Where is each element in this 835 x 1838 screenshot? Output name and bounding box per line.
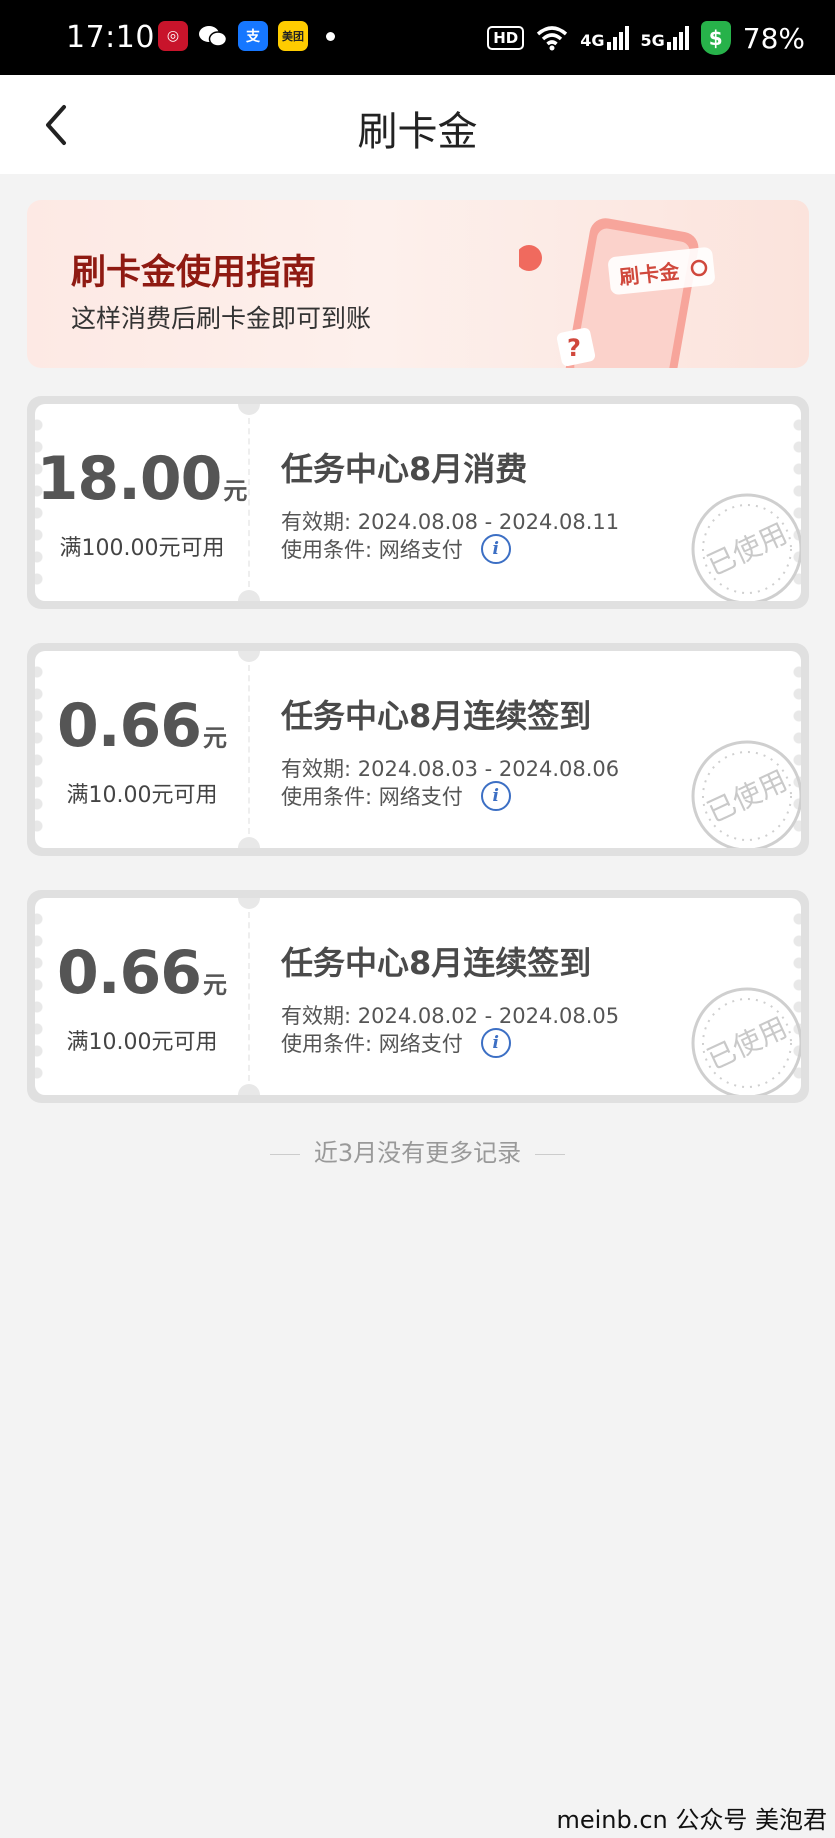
guide-banner[interactable]: 刷卡金使用指南 这样消费后刷卡金即可到账 刷卡金 ?: [27, 200, 809, 368]
coupon-amount: 0.66元: [56, 938, 228, 1008]
watermark: meinb.cn 公众号 美泡君: [556, 1806, 827, 1834]
coupon-validity: 有效期: 2024.08.08 - 2024.08.11: [281, 510, 620, 534]
coupon-title: 任务中心8月连续签到: [281, 697, 592, 735]
coupon-usage: 使用条件: 网络支付 i: [281, 1028, 511, 1058]
coupon-body: 0.66元 满10.00元可用 任务中心8月连续签到 有效期: 2024.08.…: [35, 651, 801, 848]
coupon-validity: 有效期: 2024.08.02 - 2024.08.05: [281, 1004, 620, 1028]
coupon-threshold: 满10.00元可用: [66, 1030, 218, 1055]
used-stamp-icon: 已使用: [691, 740, 801, 848]
svg-text:已使用: 已使用: [702, 764, 792, 829]
used-stamp-icon: 已使用: [691, 987, 801, 1095]
banner-title: 刷卡金使用指南: [71, 253, 317, 293]
alipay-icon: 支: [238, 21, 268, 51]
svg-text:?: ?: [567, 334, 581, 362]
no-more-records: 近3月没有更多记录: [0, 1133, 835, 1168]
info-icon[interactable]: i: [480, 1028, 511, 1058]
bank-app-icon: ◎: [158, 21, 188, 51]
coupon-usage: 使用条件: 网络支付 i: [281, 534, 511, 564]
security-shield-icon: $: [700, 21, 731, 55]
coupon-threshold: 满10.00元可用: [66, 783, 218, 808]
coupon-validity: 有效期: 2024.08.03 - 2024.08.06: [281, 757, 620, 781]
more-notifications-dot: [326, 31, 335, 41]
coupon-body: 18.00元 满100.00元可用 任务中心8月消费 有效期: 2024.08.…: [35, 404, 801, 601]
status-time: 17:10: [66, 20, 155, 55]
phone-illustration-icon: 刷卡金 ?: [519, 218, 715, 368]
svg-text:已使用: 已使用: [702, 517, 792, 582]
coupon-card[interactable]: 18.00元 满100.00元可用 任务中心8月消费 有效期: 2024.08.…: [27, 396, 809, 609]
coupon-amount: 0.66元: [56, 691, 228, 761]
info-icon[interactable]: i: [480, 781, 511, 811]
coupon-card[interactable]: 0.66元 满10.00元可用 任务中心8月连续签到 有效期: 2024.08.…: [27, 643, 809, 856]
status-bar: 17:10 ◎ 支 美团 HD 4G 5G $ 78%: [0, 0, 835, 75]
nav-bar: 刷卡金: [0, 75, 835, 174]
signal-icon-5g: 5G: [641, 26, 689, 50]
coupon-threshold: 满100.00元可用: [59, 536, 225, 561]
coupon-body: 0.66元 满10.00元可用 任务中心8月连续签到 有效期: 2024.08.…: [35, 898, 801, 1095]
coupon-card[interactable]: 0.66元 满10.00元可用 任务中心8月连续签到 有效期: 2024.08.…: [27, 890, 809, 1103]
coupon-usage: 使用条件: 网络支付 i: [281, 781, 511, 811]
notification-icons: ◎ 支 美团: [158, 21, 335, 51]
wifi-icon: [537, 26, 568, 51]
info-icon[interactable]: i: [480, 534, 511, 564]
system-icons: HD 4G 5G $ 78%: [487, 21, 805, 55]
coupon-title: 任务中心8月连续签到: [281, 944, 592, 982]
banner-subtitle: 这样消费后刷卡金即可到账: [71, 304, 372, 333]
page-title: 刷卡金: [357, 109, 478, 155]
used-stamp-icon: 已使用: [691, 493, 801, 601]
wechat-icon: [198, 21, 228, 51]
meituan-icon: 美团: [278, 21, 308, 51]
coupon-title: 任务中心8月消费: [281, 450, 528, 488]
hd-icon: HD: [487, 26, 525, 50]
svg-text:已使用: 已使用: [702, 1011, 792, 1076]
battery-percent: 78%: [742, 21, 805, 55]
coupon-amount: 18.00元: [36, 444, 248, 514]
signal-icon-4g: 4G: [580, 26, 629, 50]
